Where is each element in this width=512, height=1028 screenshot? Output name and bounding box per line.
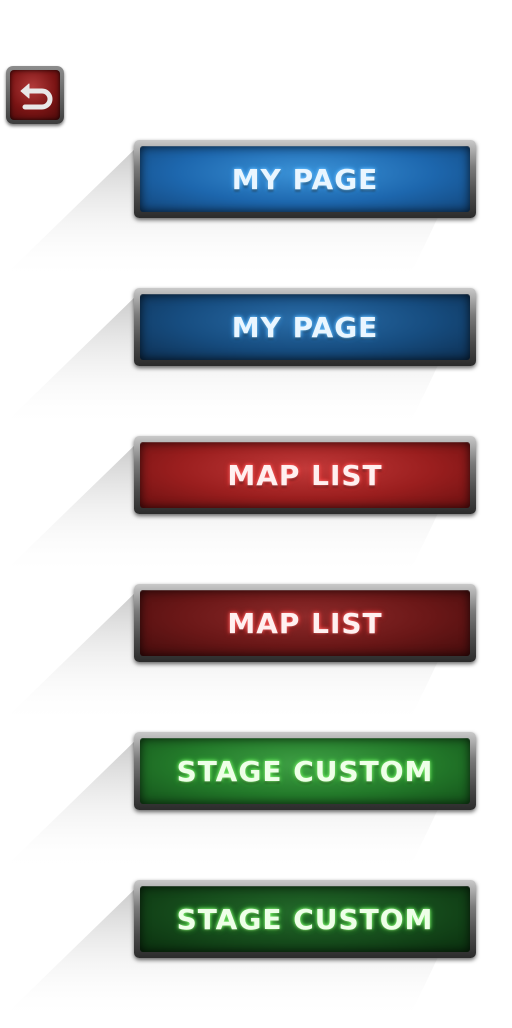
- stage-custom-button-row: STAGE CUSTOM: [0, 732, 512, 880]
- my-page-pressed-button-label: MY PAGE: [231, 310, 379, 344]
- my-page-button-row: MY PAGE: [0, 140, 512, 288]
- stage-custom-button[interactable]: STAGE CUSTOM: [134, 732, 476, 810]
- my-page-pressed-button[interactable]: MY PAGE: [134, 288, 476, 366]
- map-list-pressed-button-label: MAP LIST: [227, 606, 383, 640]
- map-list-button-label: MAP LIST: [227, 458, 383, 492]
- map-list-button-row: MAP LIST: [0, 436, 512, 584]
- my-page-pressed-button-row: MY PAGE: [0, 288, 512, 436]
- map-list-pressed-button[interactable]: MAP LIST: [134, 584, 476, 662]
- back-button[interactable]: [6, 66, 64, 124]
- my-page-button-label: MY PAGE: [231, 162, 379, 196]
- map-list-pressed-button-row: MAP LIST: [0, 584, 512, 732]
- stage-custom-pressed-button-row: STAGE CUSTOM: [0, 880, 512, 1028]
- stage-custom-button-label: STAGE CUSTOM: [176, 754, 434, 788]
- stage-custom-pressed-button[interactable]: STAGE CUSTOM: [134, 880, 476, 958]
- back-arrow-icon: [20, 83, 53, 110]
- my-page-button[interactable]: MY PAGE: [134, 140, 476, 218]
- stage-custom-pressed-button-label: STAGE CUSTOM: [176, 902, 434, 936]
- map-list-button[interactable]: MAP LIST: [134, 436, 476, 514]
